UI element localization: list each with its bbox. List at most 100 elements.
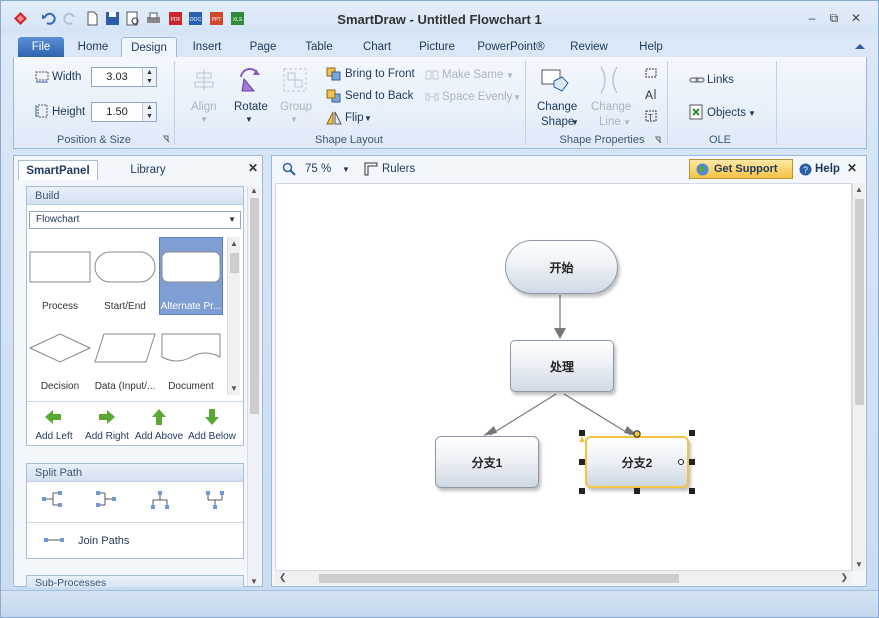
scroll-up-icon[interactable]: ▲ <box>230 239 238 248</box>
panel-scrollbar[interactable]: ▲ ▼ <box>247 186 260 586</box>
help-icon[interactable]: ? <box>799 163 812 176</box>
group-dropdown-icon[interactable]: ▼ <box>290 115 298 124</box>
bring-to-front-button[interactable]: Bring to Front <box>345 68 415 80</box>
group-icon[interactable] <box>282 67 308 93</box>
space-evenly-button[interactable]: Space Evenly <box>442 91 512 103</box>
split-right-icon[interactable] <box>41 490 63 508</box>
change-line-dropdown-icon[interactable]: ▼ <box>623 118 631 127</box>
panel-scroll-thumb[interactable] <box>250 198 259 414</box>
data-shape-icon[interactable] <box>94 333 156 363</box>
height-value[interactable]: 1.50 <box>92 106 142 118</box>
decision-shape-icon[interactable] <box>29 333 91 363</box>
alternate-process-shape-icon[interactable] <box>161 251 221 283</box>
join-paths-button[interactable]: Join Paths <box>78 535 129 547</box>
restore-button[interactable]: ⧉ <box>826 10 842 26</box>
shapes-scrollbar[interactable]: ▲ ▼ <box>227 237 240 395</box>
tab-library[interactable]: Library <box>110 160 186 180</box>
zoom-icon[interactable] <box>282 162 296 176</box>
zoom-dropdown-icon[interactable]: ▼ <box>342 165 350 174</box>
add-below-button[interactable]: Add Below <box>185 431 239 442</box>
collapse-ribbon-icon[interactable] <box>854 42 866 50</box>
dialog-launcher-icon[interactable] <box>654 136 662 144</box>
change-shape-icon[interactable] <box>540 67 570 97</box>
selection-handles[interactable] <box>579 430 695 494</box>
tab-picture[interactable]: Picture <box>414 37 460 57</box>
tab-powerpoint[interactable]: PowerPoint® <box>473 37 549 57</box>
rotate-button[interactable]: Rotate <box>234 101 268 113</box>
tab-insert[interactable]: Insert <box>185 37 229 57</box>
node-process[interactable]: 处理 <box>510 340 614 392</box>
align-icon[interactable] <box>192 67 216 93</box>
canvas-hscroll-thumb[interactable] <box>319 574 679 583</box>
canvas-horizontal-scrollbar[interactable]: ❮ ❯ <box>275 571 852 585</box>
add-above-icon[interactable] <box>151 407 167 427</box>
drawing-page[interactable]: 开始 处理 分支1 分支2 <box>275 183 852 571</box>
tab-chart[interactable]: Chart <box>357 37 397 57</box>
scroll-down-icon[interactable]: ▼ <box>855 560 863 569</box>
split-left-icon[interactable] <box>95 490 117 508</box>
chevron-down-icon[interactable]: ▼ <box>228 212 236 228</box>
tab-home[interactable]: Home <box>71 37 115 57</box>
canvas-vertical-scrollbar[interactable]: ▲ ▼ <box>852 183 865 571</box>
scroll-right-icon[interactable]: ❯ <box>840 572 848 583</box>
height-spin-arrows[interactable]: ▲ ▼ <box>142 103 156 121</box>
add-below-icon[interactable] <box>204 407 220 427</box>
get-support-button[interactable]: Get Support <box>689 159 793 179</box>
align-dropdown-icon[interactable]: ▼ <box>200 115 208 124</box>
rotate-dropdown-icon[interactable]: ▼ <box>245 115 253 124</box>
start-end-shape-icon[interactable] <box>94 251 156 283</box>
add-right-icon[interactable] <box>97 409 117 425</box>
change-shape-dropdown-icon[interactable]: ▼ <box>571 118 579 127</box>
flip-button[interactable]: Flip <box>345 112 364 124</box>
objects-dropdown-icon[interactable]: ▼ <box>748 109 756 118</box>
make-same-button[interactable]: Make Same <box>442 69 503 81</box>
align-button[interactable]: Align <box>191 101 217 113</box>
shape-size-icon[interactable] <box>644 67 658 79</box>
send-to-back-button[interactable]: Send to Back <box>345 90 413 102</box>
tab-file[interactable]: File <box>18 37 64 57</box>
flip-dropdown-icon[interactable]: ▼ <box>364 114 372 123</box>
split-path-header[interactable]: Split Path <box>27 464 243 482</box>
split-up-icon[interactable] <box>205 490 225 510</box>
width-stepper[interactable]: 3.03 ▲ ▼ <box>91 67 157 87</box>
help-button[interactable]: Help <box>815 163 840 175</box>
minimize-button[interactable]: – <box>804 10 820 26</box>
change-line-button-line2[interactable]: Line <box>599 116 621 128</box>
build-header[interactable]: Build <box>27 187 243 205</box>
make-same-dropdown-icon[interactable]: ▼ <box>506 71 514 80</box>
scroll-left-icon[interactable]: ❮ <box>279 572 287 583</box>
change-shape-button[interactable]: Change <box>537 101 577 113</box>
close-canvas-toolbar-icon[interactable]: ✕ <box>847 161 857 175</box>
change-line-icon[interactable] <box>597 65 621 95</box>
add-above-button[interactable]: Add Above <box>132 431 186 442</box>
group-button[interactable]: Group <box>280 101 312 113</box>
space-evenly-dropdown-icon[interactable]: ▼ <box>513 93 521 102</box>
zoom-level[interactable]: 75 % <box>305 163 331 175</box>
tab-table[interactable]: Table <box>299 37 339 57</box>
objects-button[interactable]: Objects <box>707 107 746 119</box>
text-format-icon[interactable]: A <box>644 87 658 101</box>
node-branch-1[interactable]: 分支1 <box>435 436 539 488</box>
close-window-button[interactable]: ✕ <box>848 10 864 26</box>
scroll-down-icon[interactable]: ▼ <box>250 577 258 586</box>
add-right-button[interactable]: Add Right <box>80 431 134 442</box>
change-line-button[interactable]: Change <box>591 101 631 113</box>
tab-design[interactable]: Design <box>121 37 177 57</box>
change-shape-button-line2[interactable]: Shape <box>541 116 574 128</box>
tab-review[interactable]: Review <box>566 37 612 57</box>
rotate-icon[interactable] <box>236 65 264 95</box>
links-button[interactable]: Links <box>707 74 734 86</box>
tab-smartpanel[interactable]: SmartPanel <box>18 160 98 180</box>
rulers-toggle[interactable]: Rulers <box>382 163 415 175</box>
scroll-up-icon[interactable]: ▲ <box>855 185 863 194</box>
width-value[interactable]: 3.03 <box>92 71 142 83</box>
shape-library-dropdown[interactable]: Flowchart ▼ <box>29 211 241 229</box>
close-panel-icon[interactable]: ✕ <box>248 161 258 175</box>
split-down-icon[interactable] <box>150 490 170 510</box>
shapes-scroll-thumb[interactable] <box>230 253 239 273</box>
tab-help[interactable]: Help <box>633 37 669 57</box>
add-left-icon[interactable] <box>43 409 63 425</box>
tab-page[interactable]: Page <box>243 37 283 57</box>
scroll-down-icon[interactable]: ▼ <box>230 384 238 393</box>
sub-processes-header[interactable]: Sub-Processes <box>27 576 243 587</box>
